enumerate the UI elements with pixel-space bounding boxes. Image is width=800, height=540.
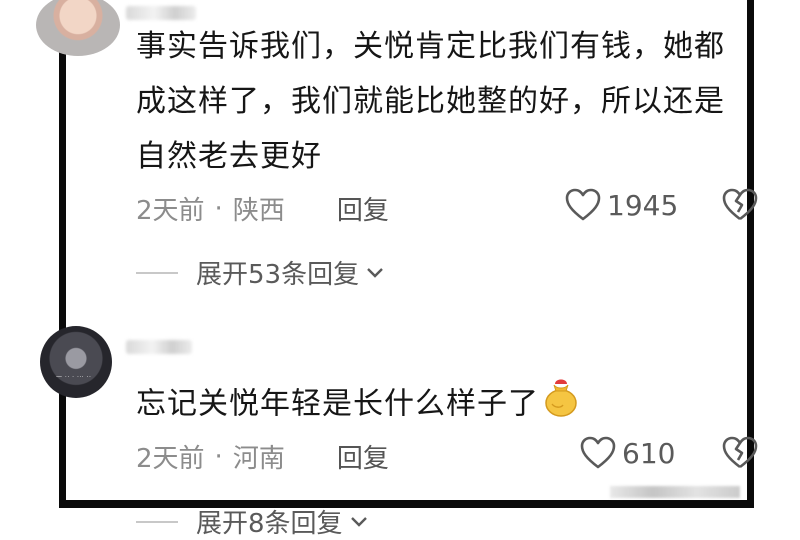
blurred-username [126,6,196,20]
comment-time: 2天前 [136,196,205,226]
expand-replies-button[interactable]: 展开8条回复 [136,503,369,540]
like-count: 1945 [607,188,679,222]
expand-replies-label: 展开53条回复 [196,260,360,290]
separator-dot: · [214,193,223,224]
comment-location: 河南 [232,444,285,474]
expand-replies-label: 展开8条回复 [196,509,343,539]
money-bag-emoji-icon [543,374,579,436]
broken-heart-icon [722,436,758,469]
divider-line [136,520,178,523]
separator-dot: · [214,441,223,472]
heart-outline-icon [565,188,601,221]
comment-time: 2天前 [136,444,205,474]
comment-text-content: 忘记关悦年轻是长什么样子了 [136,386,539,422]
chevron-down-icon [367,267,383,278]
like-button[interactable]: 610 [580,436,675,470]
comment-meta: 2天前 · 河南 回复 [136,438,389,475]
reply-button[interactable]: 回复 [337,190,389,227]
reply-button[interactable]: 回复 [337,438,389,475]
avatar[interactable]: 一 ·· · ··· ·· [40,326,112,398]
like-count: 610 [622,436,676,470]
heart-outline-icon [580,436,616,469]
comment-text: 事实告诉我们，关悦肯定比我们有钱，她都成这样了，我们就能比她整的好，所以还是自然… [136,29,725,174]
blurred-username [126,340,192,354]
avatar[interactable] [36,0,120,56]
dislike-button[interactable] [722,436,758,474]
comment-location: 陕西 [232,196,285,226]
dislike-button[interactable] [722,188,758,226]
like-button[interactable]: 1945 [565,188,678,222]
chevron-down-icon [350,516,367,527]
comment-text: 忘记关悦年轻是长什么样子了 [136,374,736,436]
comment-meta: 2天前 · 陕西 回复 [136,190,389,227]
broken-heart-icon [722,188,758,221]
divider-line [136,271,178,274]
expand-replies-button[interactable]: 展开53条回复 [136,254,385,291]
watermark [610,486,740,498]
